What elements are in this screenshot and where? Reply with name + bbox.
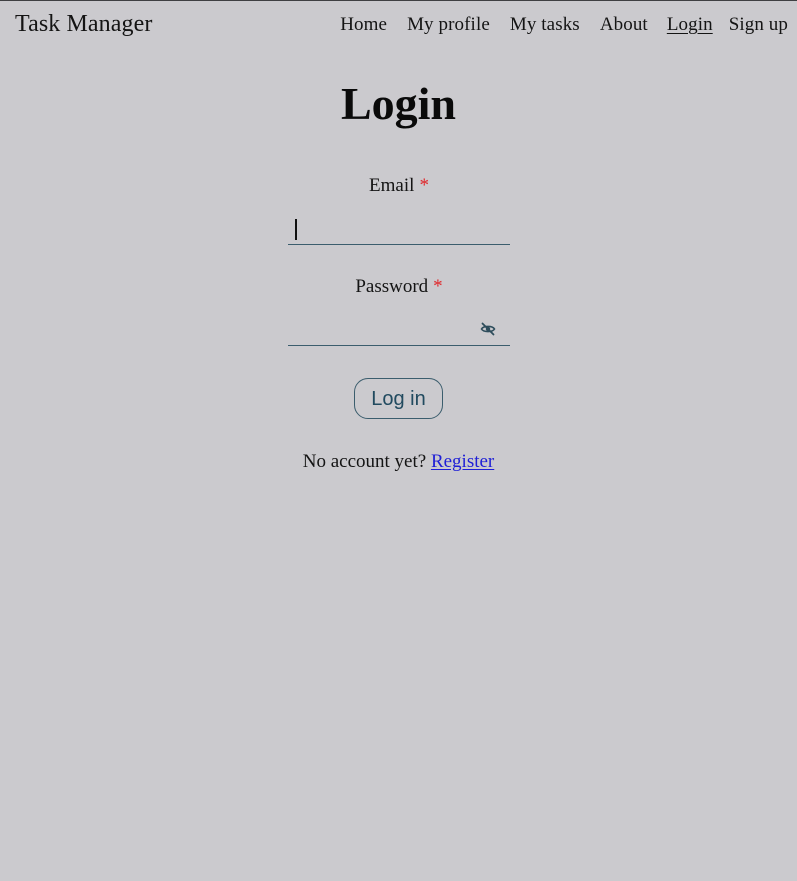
password-field-group: Password * [288, 275, 510, 346]
password-input-wrap [288, 311, 510, 346]
brand-link[interactable]: Task Manager [15, 10, 152, 38]
email-label: Email * [288, 174, 510, 198]
register-prompt: No account yet? Register [0, 450, 797, 474]
email-input-wrap [288, 210, 510, 245]
login-button[interactable]: Log in [354, 378, 443, 419]
nav-links: Home My profile My tasks About Login Sig… [340, 13, 788, 37]
register-link[interactable]: Register [431, 451, 494, 472]
nav-my-tasks[interactable]: My tasks [510, 13, 580, 37]
password-label: Password * [288, 275, 510, 299]
page-title: Login [340, 78, 457, 129]
navbar: Task Manager Home My profile My tasks Ab… [0, 0, 797, 50]
email-label-text: Email [369, 175, 415, 196]
password-input[interactable] [288, 311, 510, 345]
required-marker: * [433, 276, 443, 297]
nav-my-profile[interactable]: My profile [407, 13, 490, 37]
required-marker: * [419, 175, 429, 196]
nav-login[interactable]: Login [667, 13, 713, 37]
nav-home[interactable]: Home [340, 13, 387, 37]
register-prompt-text: No account yet? [302, 451, 427, 472]
nav-about[interactable]: About [600, 13, 648, 37]
email-field-group: Email * [288, 174, 510, 245]
text-caret [295, 219, 297, 240]
nav-sign-up[interactable]: Sign up [729, 13, 788, 37]
email-input[interactable] [288, 210, 510, 244]
password-label-text: Password [355, 276, 429, 297]
eye-off-icon[interactable] [480, 321, 496, 337]
